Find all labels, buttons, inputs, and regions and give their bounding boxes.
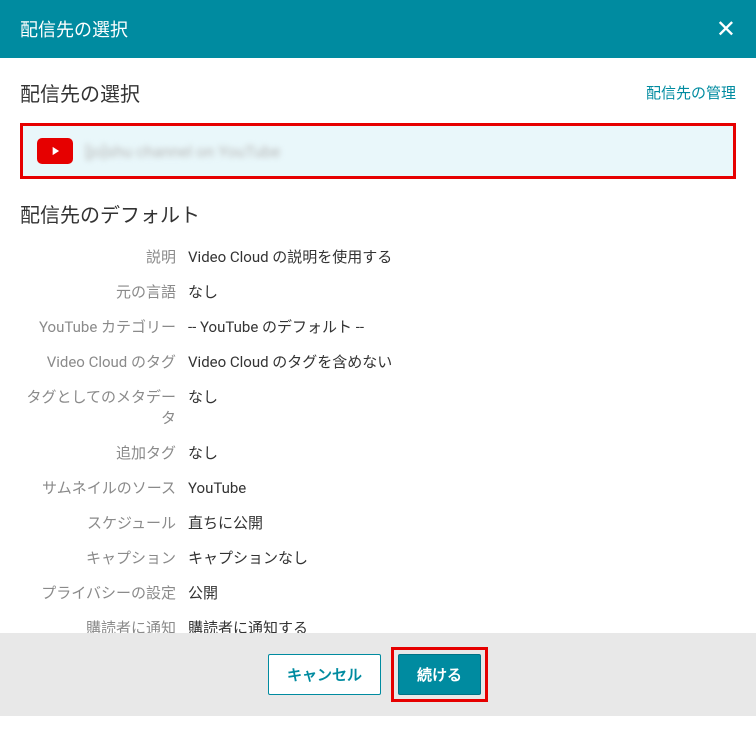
settings-value: キャプションなし [188,547,308,568]
settings-row: タグとしてのメタデータなし [20,386,736,428]
settings-value: なし [188,442,218,463]
cancel-button[interactable]: キャンセル [268,654,381,695]
continue-button[interactable]: 続ける [398,654,481,695]
settings-value: なし [188,386,218,407]
settings-row: 元の言語なし [20,281,736,302]
settings-value: YouTube [188,479,246,497]
settings-value: Video Cloud の説明を使用する [188,246,392,267]
selection-header: 配信先の選択 配信先の管理 [20,78,736,107]
settings-label: スケジュール [20,512,188,533]
modal-footer: キャンセル 続ける [0,633,756,716]
close-icon[interactable]: ✕ [716,17,736,41]
manage-destinations-link[interactable]: 配信先の管理 [646,82,736,103]
defaults-title: 配信先のデフォルト [20,199,736,228]
modal-header: 配信先の選択 ✕ [0,0,756,58]
modal-title: 配信先の選択 [20,16,128,42]
settings-value: なし [188,281,218,302]
settings-value: 直ちに公開 [188,512,263,533]
settings-row: Video Cloud のタグVideo Cloud のタグを含めない [20,351,736,372]
settings-label: タグとしてのメタデータ [20,386,188,428]
settings-value: -- YouTube のデフォルト -- [188,316,364,337]
destination-selection[interactable]: [jo]shu channel on YouTube [20,123,736,179]
settings-row: プライバシーの設定公開 [20,582,736,603]
continue-button-highlight: 続ける [391,647,488,702]
settings-label: プライバシーの設定 [20,582,188,603]
destination-name: [jo]shu channel on YouTube [85,142,280,161]
youtube-icon [37,138,73,164]
settings-label: サムネイルのソース [20,477,188,498]
settings-label: 元の言語 [20,281,188,302]
settings-label: Video Cloud のタグ [20,351,188,372]
settings-row: 説明Video Cloud の説明を使用する [20,246,736,267]
settings-label: 追加タグ [20,442,188,463]
settings-row: YouTube カテゴリー-- YouTube のデフォルト -- [20,316,736,337]
settings-label: YouTube カテゴリー [20,316,188,337]
settings-value: Video Cloud のタグを含めない [188,351,392,372]
settings-row: スケジュール直ちに公開 [20,512,736,533]
settings-row: キャプションキャプションなし [20,547,736,568]
settings-label: 説明 [20,246,188,267]
settings-row: 追加タグなし [20,442,736,463]
selection-title: 配信先の選択 [20,78,140,107]
settings-label: キャプション [20,547,188,568]
settings-value: 公開 [188,582,218,603]
settings-row: サムネイルのソースYouTube [20,477,736,498]
